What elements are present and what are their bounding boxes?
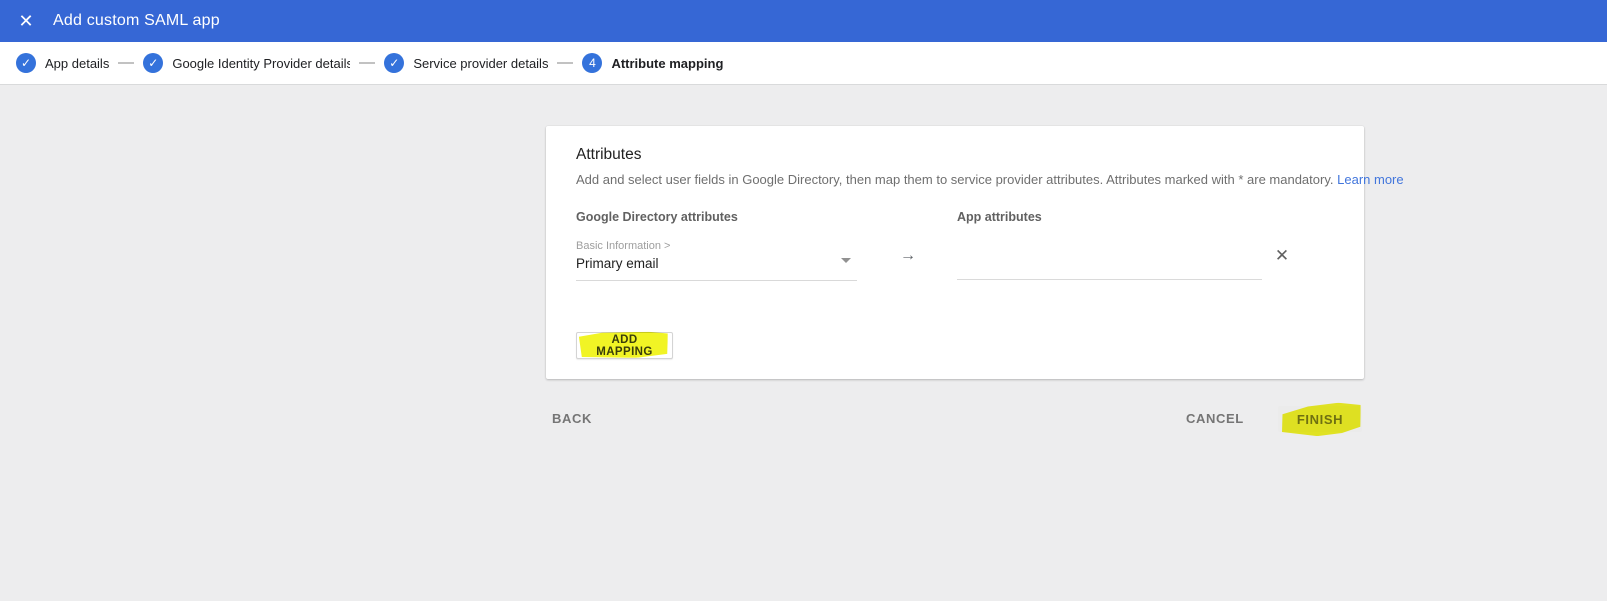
card-title: Attributes xyxy=(576,146,641,164)
finish-button[interactable]: FINISH xyxy=(1278,406,1362,432)
step-app-details: ✓ App details xyxy=(16,53,109,73)
card-description: Add and select user fields in Google Dir… xyxy=(576,172,1404,187)
step-complete-icon: ✓ xyxy=(143,53,163,73)
page-body: Attributes Add and select user fields in… xyxy=(0,85,1607,600)
step-label: Attribute mapping xyxy=(611,56,723,71)
remove-mapping-icon[interactable]: ✕ xyxy=(1270,244,1294,268)
dialog-title: Add custom SAML app xyxy=(53,12,220,30)
close-icon[interactable]: ✕ xyxy=(13,8,39,34)
step-separator xyxy=(118,62,134,64)
mapping-arrow-icon: → xyxy=(900,247,916,265)
dialog-header: ✕ Add custom SAML app xyxy=(0,0,1607,42)
back-button[interactable]: BACK xyxy=(546,405,598,431)
wizard-stepper: ✓ App details ✓ Google Identity Provider… xyxy=(0,42,1607,85)
step-label: App details xyxy=(45,56,109,71)
step-number-icon: 4 xyxy=(582,53,602,73)
column-header-google-directory: Google Directory attributes xyxy=(576,210,738,224)
app-attribute-input[interactable] xyxy=(957,252,1262,280)
learn-more-link[interactable]: Learn more xyxy=(1337,172,1403,187)
step-service-provider-details: ✓ Service provider details xyxy=(384,53,548,73)
google-directory-attribute-dropdown[interactable]: Basic Information > Primary email xyxy=(576,237,857,281)
step-separator xyxy=(359,62,375,64)
attribute-category-path: Basic Information > xyxy=(576,240,857,252)
step-label: Service provider details xyxy=(413,56,548,71)
step-complete-icon: ✓ xyxy=(384,53,404,73)
attributes-card: Attributes Add and select user fields in… xyxy=(546,126,1364,379)
step-attribute-mapping: 4 Attribute mapping xyxy=(582,53,723,73)
step-separator xyxy=(557,62,573,64)
step-google-idp-details: ✓ Google Identity Provider details xyxy=(143,53,350,73)
add-mapping-button[interactable]: ADD MAPPING xyxy=(576,332,673,359)
column-header-app-attributes: App attributes xyxy=(957,210,1042,224)
chevron-down-icon xyxy=(841,258,851,263)
step-complete-icon: ✓ xyxy=(16,53,36,73)
cancel-button[interactable]: CANCEL xyxy=(1180,405,1250,431)
step-label: Google Identity Provider details xyxy=(172,56,350,71)
selected-attribute-value: Primary email xyxy=(576,256,857,271)
description-text: Add and select user fields in Google Dir… xyxy=(576,172,1334,187)
